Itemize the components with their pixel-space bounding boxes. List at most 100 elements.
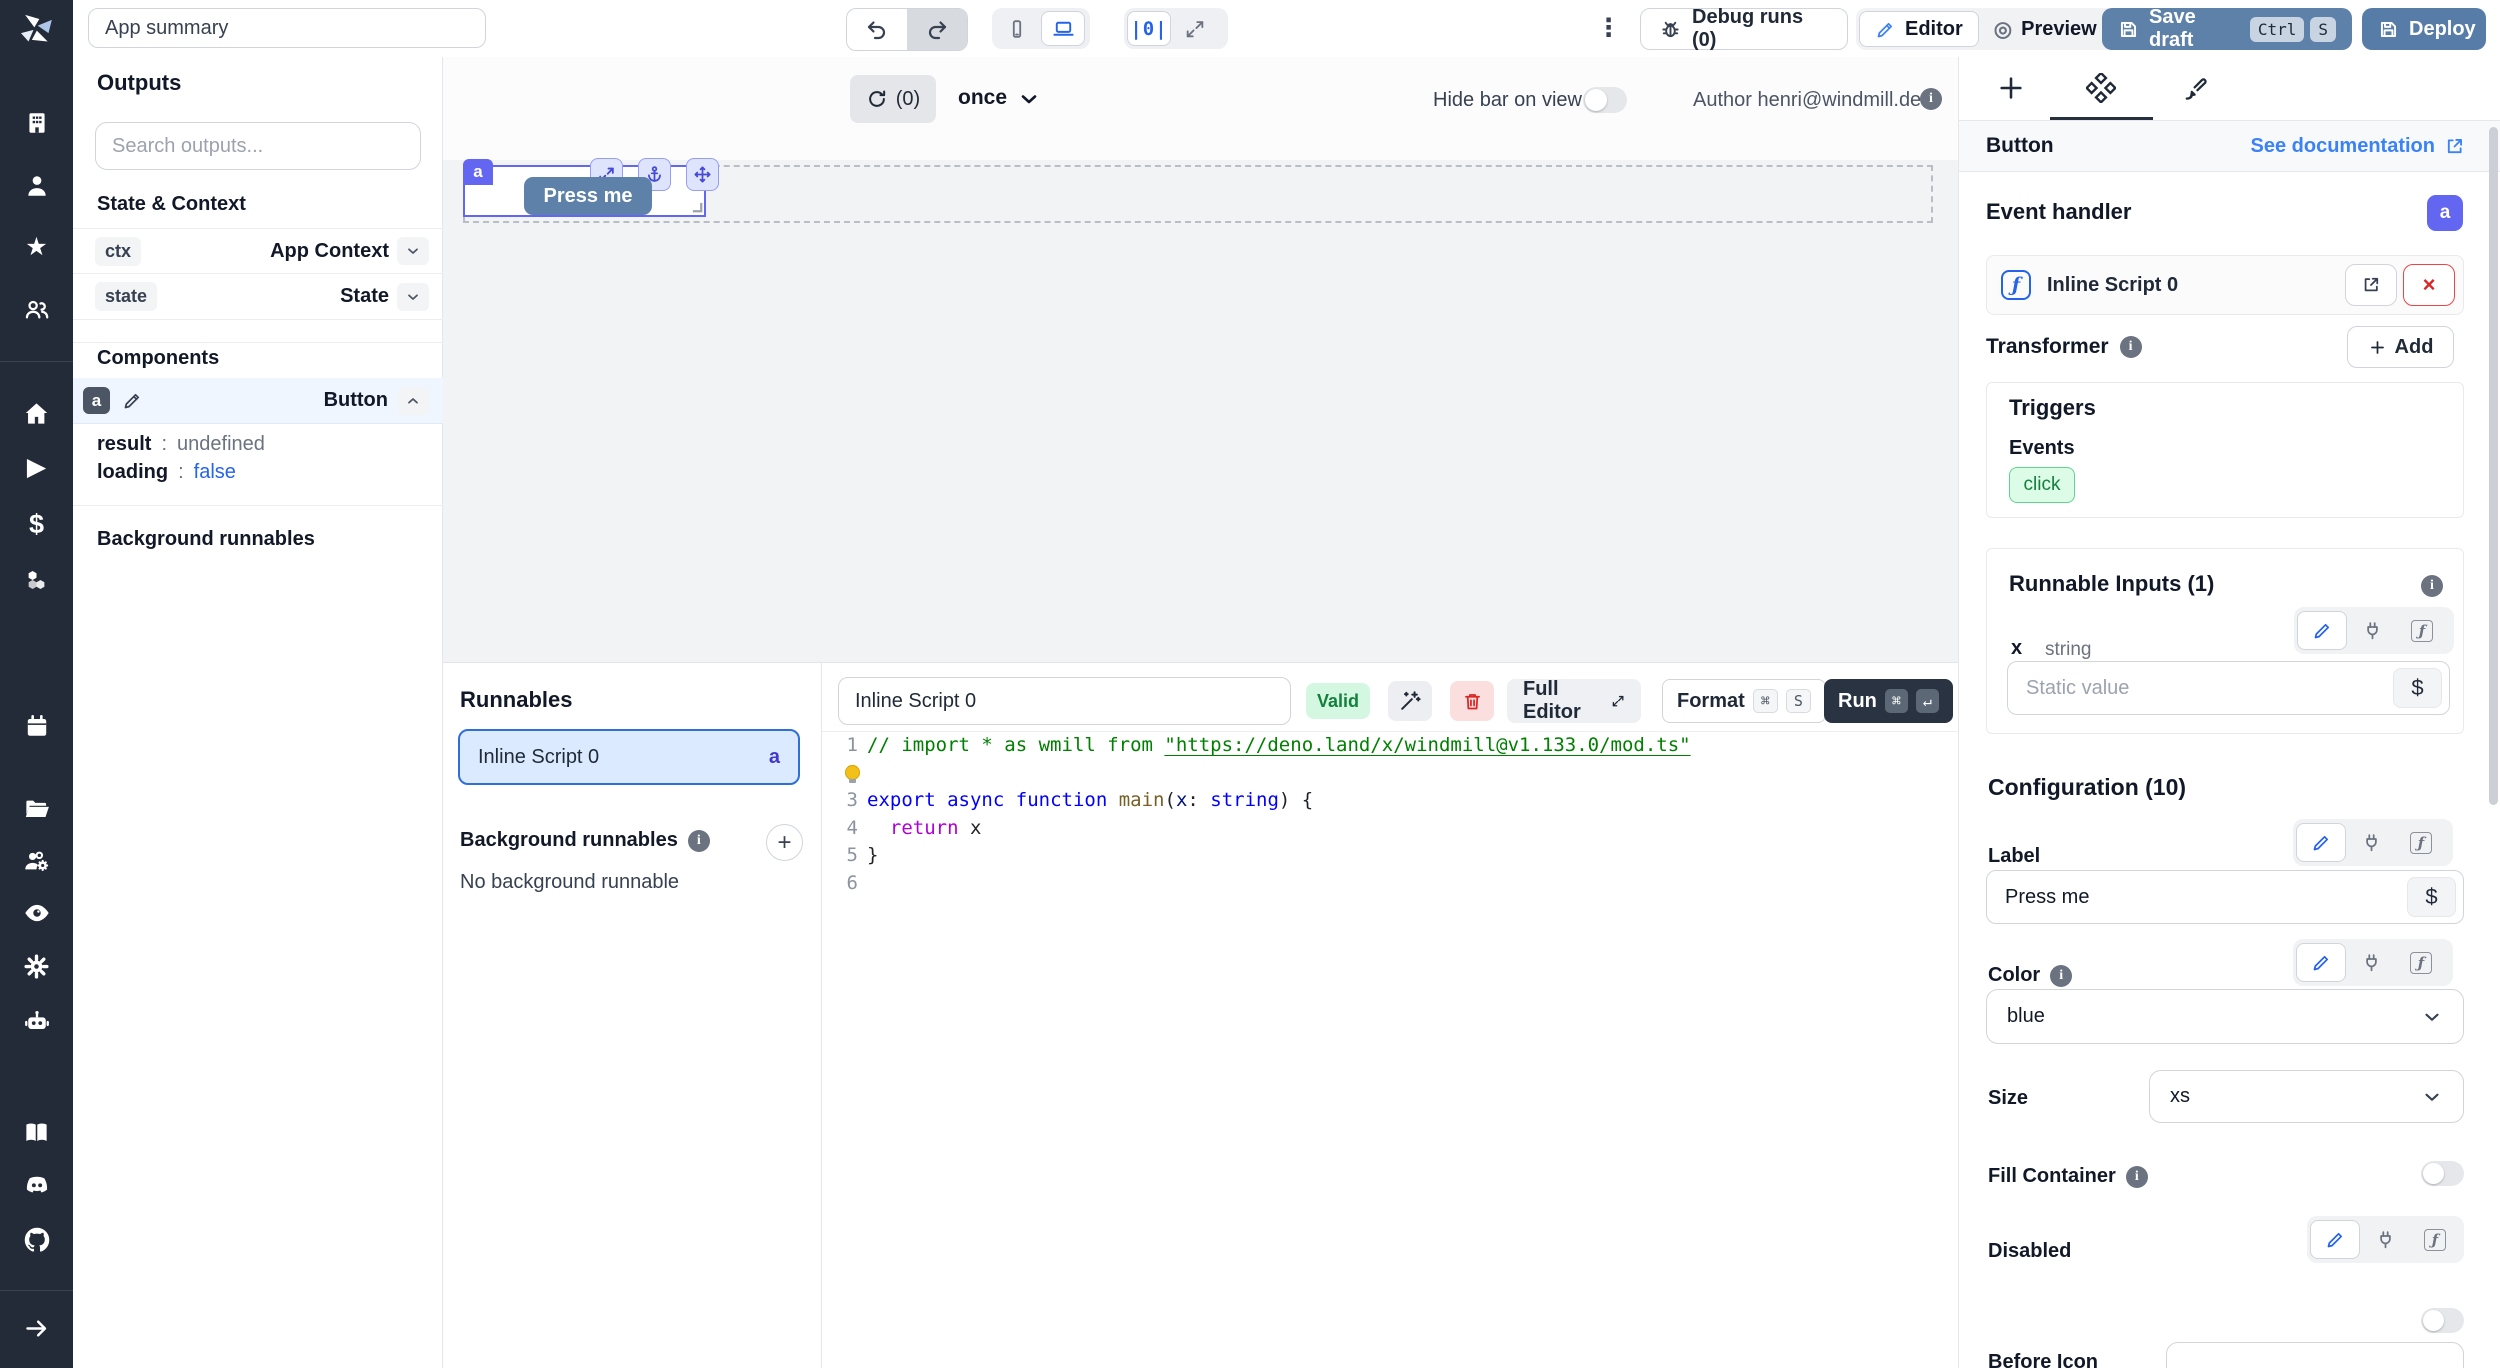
color-info-icon[interactable]: i — [2050, 965, 2072, 987]
fill-container-toggle[interactable] — [2421, 1161, 2464, 1186]
component-tag-a[interactable]: a — [463, 159, 493, 185]
mobile-view-button[interactable] — [995, 11, 1039, 46]
redo-button[interactable] — [907, 9, 967, 50]
windmill-logo-icon[interactable] — [16, 9, 56, 49]
tab-insert-plus[interactable] — [1993, 70, 2029, 106]
press-me-button[interactable]: Press me — [524, 177, 652, 215]
rail-divider — [0, 361, 73, 362]
static-mode-pencil-icon[interactable] — [2297, 611, 2347, 650]
search-outputs-input[interactable] — [95, 122, 421, 170]
static-mode-pencil-icon[interactable] — [2296, 943, 2346, 982]
eval-mode-function-icon[interactable]: ƒ — [2397, 611, 2447, 650]
eval-mode-function-icon[interactable]: ƒ — [2410, 1220, 2460, 1259]
fill-container-info-icon[interactable]: i — [2126, 1166, 2148, 1188]
eval-mode-function-icon[interactable]: ƒ — [2396, 823, 2446, 862]
background-info-icon[interactable]: i — [688, 830, 710, 852]
desktop-view-button[interactable] — [1041, 11, 1085, 46]
component-row-a[interactable]: a Button — [73, 378, 443, 424]
move-component-button[interactable] — [686, 158, 719, 191]
ctx-expand-button[interactable] — [397, 237, 429, 265]
app-canvas[interactable]: a Press me — [443, 160, 1958, 662]
discord-icon[interactable] — [23, 1172, 51, 1200]
component-collapse-button[interactable] — [397, 387, 429, 415]
configuration-title: Configuration (10) — [1988, 774, 2186, 801]
eval-mode-function-icon[interactable]: ƒ — [2396, 943, 2446, 982]
folders-icon[interactable] — [23, 794, 51, 822]
workers-robot-icon[interactable] — [23, 1008, 51, 1036]
schedule-chevron-icon[interactable] — [1017, 87, 1041, 111]
runnable-item-badge: a — [769, 746, 780, 769]
tab-styling-brush[interactable] — [2175, 70, 2211, 106]
home-icon[interactable] — [23, 399, 51, 427]
refresh-button[interactable]: (0) — [850, 75, 936, 123]
docs-book-icon[interactable] — [23, 1118, 51, 1146]
disabled-config-label: Disabled — [1988, 1240, 2071, 1263]
state-expand-button[interactable] — [397, 283, 429, 311]
edit-pencil-icon[interactable] — [122, 390, 143, 411]
full-editor-button[interactable]: Full Editor — [1507, 679, 1641, 723]
static-mode-pencil-icon[interactable] — [2310, 1220, 2360, 1259]
code-lines[interactable]: // import * as wmill from "https://deno.… — [867, 732, 1948, 897]
add-transformer-button[interactable]: Add — [2347, 326, 2454, 368]
user-icon[interactable] — [23, 172, 51, 200]
deploy-button[interactable]: Deploy — [2362, 8, 2486, 50]
settings-gear-icon[interactable] — [23, 952, 51, 980]
connect-mode-plug-icon[interactable] — [2346, 943, 2396, 982]
event-handler-script-card[interactable]: ƒ Inline Script 0 × — [1986, 255, 2464, 315]
static-value-input[interactable]: Static value $ — [2007, 661, 2450, 715]
workspace-icon[interactable] — [23, 109, 51, 137]
runs-play-icon[interactable]: ▶ — [23, 453, 51, 481]
before-icon-select[interactable] — [2166, 1342, 2464, 1368]
canvas-toolbar: (0) once Hide bar on view Author henri@w… — [443, 57, 1958, 161]
ai-wand-button[interactable] — [1388, 681, 1432, 721]
label-value-input[interactable]: Press me $ — [1986, 870, 2464, 924]
preview-tab[interactable]: ◎ Preview — [1979, 11, 2112, 47]
connect-mode-plug-icon[interactable] — [2360, 1220, 2410, 1259]
inspector-scrollbar[interactable] — [2489, 127, 2498, 805]
users-icon[interactable] — [23, 295, 51, 323]
star-icon[interactable]: ★ — [23, 233, 51, 261]
delete-script-button[interactable] — [1450, 681, 1494, 721]
debug-runs-button[interactable]: Debug runs (0) — [1640, 8, 1848, 50]
add-background-runnable-button[interactable]: + — [766, 824, 803, 861]
script-name-input[interactable] — [838, 677, 1291, 725]
size-select[interactable]: xs — [2149, 1070, 2464, 1123]
github-icon[interactable] — [23, 1226, 51, 1254]
tab-component-settings[interactable] — [2083, 70, 2119, 106]
dollar-template-button[interactable]: $ — [2407, 877, 2456, 917]
output-row-state[interactable]: state State — [73, 274, 443, 320]
disabled-toggle[interactable] — [2421, 1308, 2464, 1333]
collapse-arrow-icon[interactable] — [23, 1314, 51, 1342]
color-select[interactable]: blue — [1986, 989, 2464, 1044]
remove-script-button[interactable]: × — [2403, 264, 2455, 306]
runnable-inputs-info-icon[interactable]: i — [2421, 575, 2443, 597]
output-row-ctx[interactable]: ctx App Context — [73, 228, 443, 274]
schedule-mode-label[interactable]: once — [958, 86, 1007, 110]
resources-boxes-icon[interactable] — [23, 566, 51, 594]
hide-bar-toggle[interactable] — [1583, 87, 1627, 113]
author-info-icon[interactable]: i — [1920, 88, 1942, 110]
component-id-badge: a — [83, 387, 110, 414]
see-documentation-link[interactable]: See documentation — [2251, 135, 2465, 158]
dollar-template-button[interactable]: $ — [2393, 668, 2442, 708]
variables-dollar-icon[interactable]: $ — [23, 510, 51, 538]
undo-button[interactable] — [847, 9, 907, 50]
static-mode-pencil-icon[interactable] — [2296, 823, 2346, 862]
fullscreen-button[interactable] — [1173, 11, 1217, 46]
open-script-button[interactable] — [2345, 264, 2397, 306]
schedules-calendar-icon[interactable] — [23, 712, 51, 740]
app-summary-input[interactable] — [88, 8, 486, 48]
connect-mode-plug-icon[interactable] — [2347, 611, 2397, 650]
eye-icon[interactable] — [23, 899, 51, 927]
connect-mode-plug-icon[interactable] — [2346, 823, 2396, 862]
editor-tab[interactable]: Editor — [1859, 11, 1979, 47]
format-button[interactable]: Format ⌘ S — [1662, 679, 1826, 723]
resize-handle-icon[interactable] — [690, 200, 705, 215]
more-menu-icon[interactable]: ⋮ — [1596, 9, 1621, 47]
runnable-item-selected[interactable]: Inline Script 0 a — [458, 729, 800, 785]
spacing-button[interactable]: |0| — [1127, 11, 1171, 46]
save-draft-button[interactable]: Save draft Ctrl S — [2102, 8, 2352, 50]
transformer-info-icon[interactable]: i — [2120, 336, 2142, 358]
groups-cog-icon[interactable] — [23, 847, 51, 875]
run-button[interactable]: Run ⌘ ↵ — [1824, 679, 1953, 723]
